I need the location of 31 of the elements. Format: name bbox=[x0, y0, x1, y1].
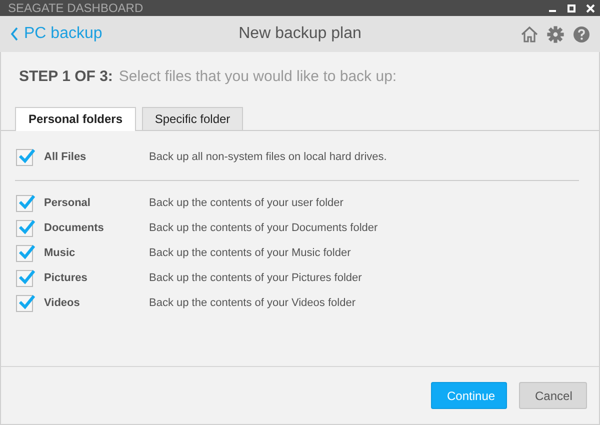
folder-description: Back up all non-system files on local hard drives. bbox=[149, 150, 387, 165]
chevron-left-icon bbox=[10, 27, 20, 41]
folder-name: Videos bbox=[44, 296, 81, 311]
folder-name: Personal bbox=[44, 196, 92, 211]
folder-description: Back up the contents of your Music folder bbox=[149, 246, 351, 261]
folder-name: All Files bbox=[44, 150, 88, 165]
close-icon[interactable] bbox=[584, 2, 597, 14]
step-instruction: Select files that you would like to back up: bbox=[118, 68, 397, 85]
cancel-button[interactable]: Cancel bbox=[519, 382, 587, 409]
checkbox[interactable] bbox=[16, 270, 33, 286]
window-title: SEAGATE DASHBOARD bbox=[8, 2, 144, 14]
folder-description: Back up the contents of your Videos folder bbox=[149, 296, 356, 311]
step-label: STEP 1 OF 3: bbox=[19, 68, 113, 85]
tab[interactable]: Specific folder bbox=[142, 106, 243, 130]
folder-description: Back up the contents of your user folder bbox=[149, 196, 344, 211]
folder-name: Pictures bbox=[44, 270, 88, 286]
folder-description: Back up the contents of your Pictures folder bbox=[149, 270, 362, 286]
folder-description: Back up the contents of your Documents folder bbox=[149, 220, 378, 236]
checkbox[interactable] bbox=[16, 294, 33, 312]
checkbox[interactable] bbox=[16, 194, 33, 212]
settings-icon[interactable] bbox=[547, 26, 564, 42]
maximize-icon[interactable] bbox=[565, 2, 578, 14]
help-icon[interactable] bbox=[573, 26, 590, 42]
home-icon[interactable] bbox=[521, 26, 538, 42]
folder-name: Music bbox=[44, 246, 76, 261]
checkbox[interactable] bbox=[16, 220, 33, 236]
page-title: New backup plan bbox=[238, 24, 362, 44]
checkbox[interactable] bbox=[16, 244, 33, 262]
folder-name: Documents bbox=[44, 220, 105, 236]
checkbox[interactable] bbox=[16, 148, 33, 166]
tab[interactable]: Personal folders bbox=[15, 106, 136, 130]
